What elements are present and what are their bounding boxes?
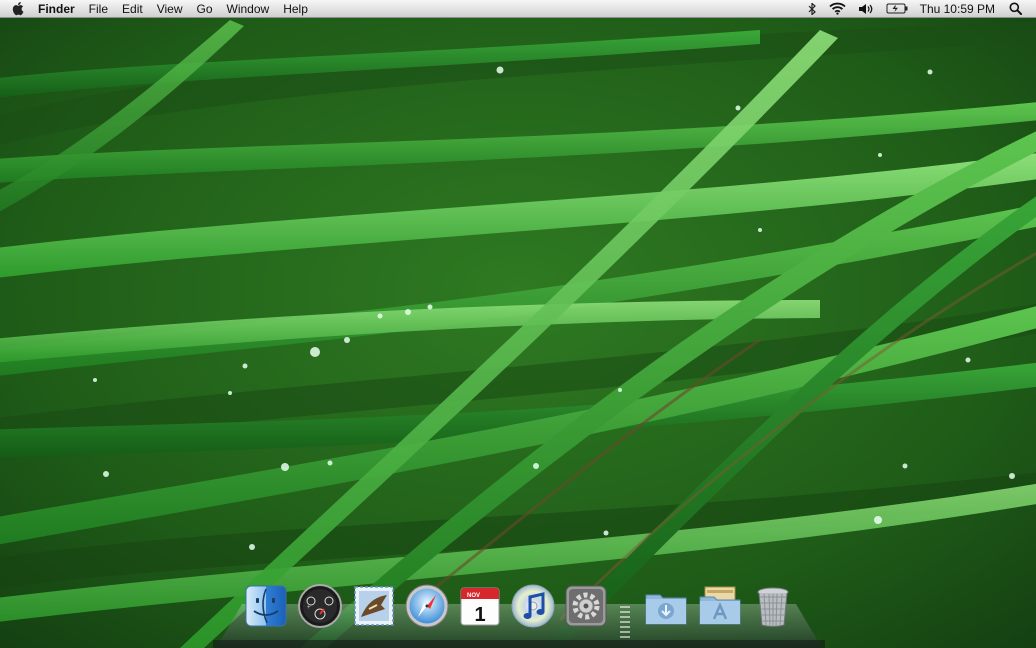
ical-month: NOV: [467, 593, 480, 599]
trash-icon[interactable]: [749, 582, 797, 630]
svg-text:+: +: [307, 605, 311, 611]
itunes-icon[interactable]: [509, 582, 557, 630]
apple-logo-icon[interactable]: [0, 0, 34, 18]
menu-window[interactable]: Window: [220, 0, 277, 18]
wifi-icon[interactable]: [823, 0, 852, 18]
dashboard-icon[interactable]: +: [296, 582, 344, 630]
finder-icon[interactable]: [242, 582, 290, 630]
system-preferences-icon[interactable]: [562, 582, 610, 630]
dock-shelf-edge: [213, 640, 825, 648]
applications-stack-icon[interactable]: [696, 582, 744, 630]
menubar-clock[interactable]: Thu 10:59 PM: [914, 0, 1003, 18]
menu-file[interactable]: File: [82, 0, 115, 18]
dock-separator[interactable]: [620, 606, 630, 644]
ical-icon[interactable]: NOV 1: [456, 582, 504, 630]
battery-icon[interactable]: [880, 0, 914, 18]
desktop-wallpaper: [0, 0, 1036, 648]
menu-app-finder[interactable]: Finder: [34, 0, 82, 18]
bluetooth-icon[interactable]: [801, 0, 823, 18]
spotlight-search-icon[interactable]: [1003, 0, 1028, 18]
ical-day: 1: [474, 604, 485, 626]
menu-view[interactable]: View: [150, 0, 190, 18]
menu-bar: Finder File Edit View Go Window Help Thu…: [0, 0, 1036, 18]
mail-icon[interactable]: [350, 582, 398, 630]
volume-icon[interactable]: [852, 0, 880, 18]
downloads-stack-icon[interactable]: [642, 582, 690, 630]
menu-edit[interactable]: Edit: [115, 0, 150, 18]
menu-go[interactable]: Go: [190, 0, 220, 18]
menu-help[interactable]: Help: [276, 0, 315, 18]
safari-icon[interactable]: [403, 582, 451, 630]
